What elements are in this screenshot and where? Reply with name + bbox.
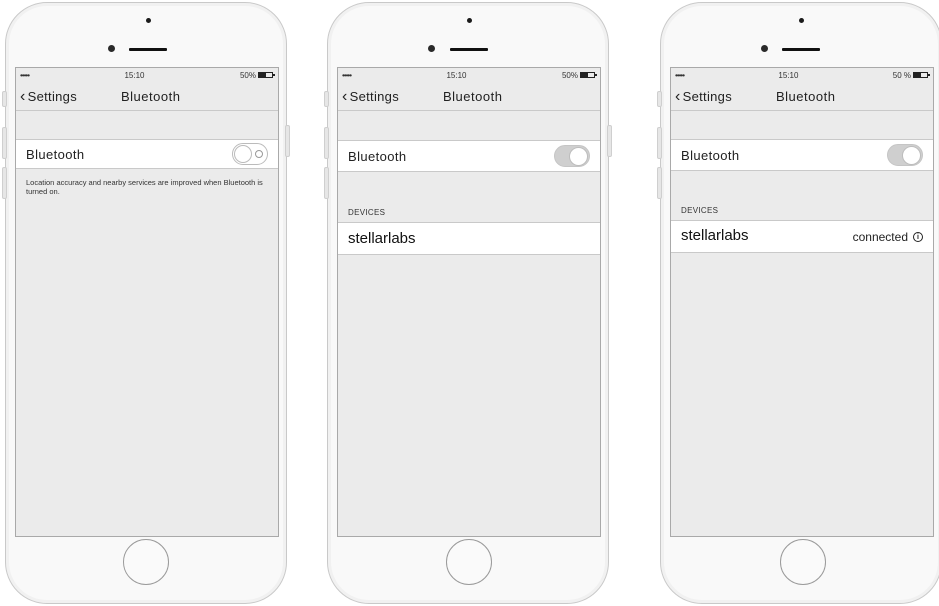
- bluetooth-footnote: Location accuracy and nearby services ar…: [26, 178, 263, 196]
- bluetooth-label: Bluetooth: [26, 147, 85, 162]
- volume-down-button: [2, 167, 7, 199]
- battery-indicator: 50%: [239, 70, 275, 80]
- navigation-bar: ‹ Settings Bluetooth: [671, 82, 933, 111]
- proximity-sensor: [467, 18, 472, 23]
- back-button[interactable]: ‹ Settings: [675, 88, 733, 105]
- bluetooth-row: Bluetooth: [338, 140, 600, 172]
- navigation-bar: ‹ Settings Bluetooth: [338, 82, 600, 111]
- home-button[interactable]: [123, 539, 169, 585]
- devices-section-header: DEVICES: [348, 208, 386, 217]
- battery-icon: [913, 72, 930, 78]
- clock: 15:10: [778, 70, 799, 80]
- back-button[interactable]: ‹ Settings: [20, 88, 78, 105]
- back-label: Settings: [682, 89, 733, 104]
- screen: ••••• 15:10 50% ‹ Settings Bluetooth Blu…: [15, 67, 279, 537]
- devices-section-header: DEVICES: [681, 206, 719, 215]
- phone-frame-2: ••••• 15:10 50% ‹ Settings Bluetooth Blu…: [324, 2, 612, 604]
- clock: 15:10: [124, 70, 145, 80]
- status-bar: ••••• 15:10 50%: [338, 68, 600, 82]
- status-bar: ••••• 15:10 50 %: [671, 68, 933, 82]
- earpiece-speaker: [782, 48, 820, 51]
- bluetooth-toggle[interactable]: [232, 143, 268, 165]
- bluetooth-row: Bluetooth: [671, 139, 933, 171]
- phone-frame-1: ••••• 15:10 50% ‹ Settings Bluetooth Blu…: [2, 2, 290, 604]
- chevron-left-icon: ‹: [342, 88, 348, 105]
- power-button: [285, 125, 290, 157]
- battery-percent: 50 %: [892, 70, 911, 80]
- mute-switch: [2, 91, 7, 107]
- signal-strength: •••••: [342, 70, 352, 80]
- front-camera: [761, 45, 768, 52]
- bluetooth-toggle[interactable]: [887, 144, 923, 166]
- mute-switch: [324, 91, 329, 107]
- chevron-left-icon: ‹: [675, 88, 681, 105]
- info-icon[interactable]: i: [913, 232, 923, 242]
- bluetooth-label: Bluetooth: [681, 148, 740, 163]
- back-label: Settings: [27, 89, 78, 104]
- page-title: Bluetooth: [776, 89, 836, 104]
- device-status: connected i: [853, 230, 923, 244]
- front-camera: [108, 45, 115, 52]
- front-camera: [428, 45, 435, 52]
- earpiece-speaker: [129, 48, 167, 51]
- toggle-off-indicator: [255, 150, 263, 158]
- device-name: stellarlabs: [348, 230, 416, 247]
- toggle-knob: [234, 145, 252, 163]
- power-button: [607, 125, 612, 157]
- screen: ••••• 15:10 50% ‹ Settings Bluetooth Blu…: [337, 67, 601, 537]
- toggle-knob: [902, 146, 921, 165]
- clock: 15:10: [446, 70, 467, 80]
- volume-up-button: [657, 127, 662, 159]
- device-row[interactable]: stellarlabs: [338, 222, 600, 255]
- connection-status: connected: [852, 230, 908, 244]
- page-title: Bluetooth: [121, 89, 181, 104]
- screen: ••••• 15:10 50 % ‹ Settings Bluetooth Bl…: [670, 67, 934, 537]
- volume-up-button: [2, 127, 7, 159]
- back-label: Settings: [349, 89, 400, 104]
- proximity-sensor: [146, 18, 151, 23]
- device-name: stellarlabs: [681, 227, 749, 244]
- signal-strength: •••••: [675, 70, 685, 80]
- home-button[interactable]: [780, 539, 826, 585]
- home-button[interactable]: [446, 539, 492, 585]
- battery-indicator: 50 %: [892, 70, 930, 80]
- volume-down-button: [324, 167, 329, 199]
- battery-icon: [580, 72, 597, 78]
- earpiece-speaker: [450, 48, 488, 51]
- battery-percent: 50%: [239, 70, 256, 80]
- device-row[interactable]: stellarlabs connected i: [671, 220, 933, 253]
- chevron-left-icon: ‹: [20, 88, 26, 105]
- volume-up-button: [324, 127, 329, 159]
- bluetooth-toggle[interactable]: [554, 145, 590, 167]
- battery-icon: [258, 72, 275, 78]
- navigation-bar: ‹ Settings Bluetooth: [16, 82, 278, 111]
- status-bar: ••••• 15:10 50%: [16, 68, 278, 82]
- signal-strength: •••••: [20, 70, 30, 80]
- battery-percent: 50%: [561, 70, 578, 80]
- toggle-knob: [569, 147, 588, 166]
- bluetooth-label: Bluetooth: [348, 149, 407, 164]
- battery-indicator: 50%: [561, 70, 597, 80]
- volume-down-button: [657, 167, 662, 199]
- mute-switch: [657, 91, 662, 107]
- page-title: Bluetooth: [443, 89, 503, 104]
- bluetooth-row: Bluetooth: [16, 139, 278, 169]
- phone-frame-3: ••••• 15:10 50 % ‹ Settings Bluetooth Bl…: [657, 2, 939, 604]
- proximity-sensor: [799, 18, 804, 23]
- back-button[interactable]: ‹ Settings: [342, 88, 400, 105]
